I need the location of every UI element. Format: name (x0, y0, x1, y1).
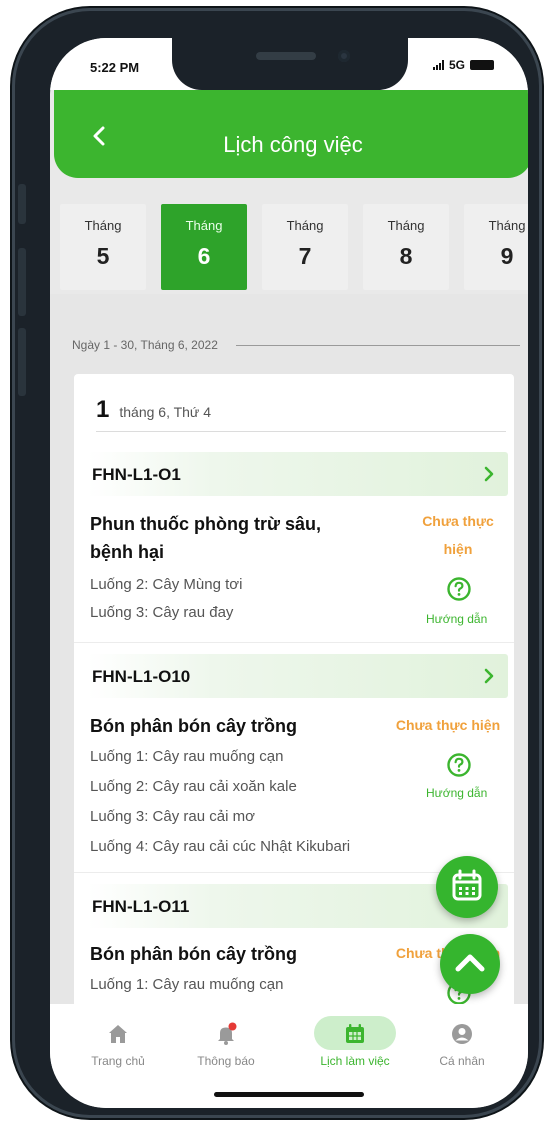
plot-code: FHN-L1-O11 (92, 897, 190, 916)
home-indicator (214, 1092, 364, 1097)
home-icon (109, 1025, 127, 1043)
help-label[interactable]: Hướng dẫn (426, 612, 487, 626)
help-icon[interactable] (446, 752, 472, 778)
battery-icon (470, 60, 494, 70)
tab-label: Cá nhân (439, 1054, 485, 1068)
help-label[interactable]: Hướng dẫn (426, 786, 487, 800)
month-number: 5 (96, 243, 110, 269)
lane-item: Luống 3: Cây rau đay (90, 604, 234, 621)
month-number: 8 (399, 243, 413, 269)
tab-home[interactable]: Trang chủ (68, 1014, 168, 1074)
month-tab-9[interactable]: Tháng 9 (464, 204, 528, 290)
month-tab-8[interactable]: Tháng 8 (363, 204, 449, 290)
plot-row-fhn-l1-o10[interactable]: FHN-L1-O10 (88, 654, 508, 698)
volume-up-button (18, 248, 26, 316)
task-title-line: Bón phân bón cây trồng (90, 716, 297, 736)
calendar-icon (346, 1024, 364, 1043)
calendar-icon (452, 869, 482, 901)
chevron-up-icon (455, 954, 485, 972)
month-number: 6 (197, 243, 211, 269)
user-icon (452, 1024, 472, 1044)
month-number: 9 (500, 243, 514, 269)
task-title-line: bệnh hại (90, 542, 165, 562)
scroll-top-button[interactable] (440, 934, 500, 994)
tab-profile[interactable]: Cá nhân (412, 1014, 512, 1074)
task-title-line: Phun thuốc phòng trừ sâu, (90, 514, 322, 534)
lane-item: Luống 2: Cây Mùng tơi (90, 576, 243, 593)
lane-item: Luống 1: Cây rau muống cạn (90, 748, 284, 765)
network-label: 5G (448, 58, 465, 72)
notch (172, 38, 408, 90)
chevron-right-icon (484, 668, 494, 684)
month-label: Tháng (185, 218, 223, 233)
chevron-right-icon (484, 466, 494, 482)
task-status: hiện (443, 541, 473, 557)
status-time: 5:22 PM (90, 60, 140, 75)
lane-item: Luống 1: Cây rau muống cạn (90, 976, 284, 993)
month-label: Tháng (387, 218, 425, 233)
speaker-grille (256, 52, 316, 60)
calendar-fab-button[interactable] (436, 856, 498, 918)
mute-switch (18, 184, 26, 224)
signal-icon (432, 60, 444, 70)
tab-work-schedule[interactable]: Lịch làm việc (305, 1014, 405, 1074)
date-range-row: Ngày 1 - 30, Tháng 6, 2022 (72, 338, 520, 352)
divider (74, 642, 514, 643)
volume-down-button (18, 328, 26, 396)
month-number: 7 (298, 243, 312, 269)
day-label: tháng 6, Thứ 4 (119, 404, 211, 420)
month-tab-7[interactable]: Tháng 7 (262, 204, 348, 290)
phone-frame: 5:22 PM 5G Lịch công việc Tháng 5 Tháng … (12, 8, 542, 1118)
tab-label: Trang chủ (91, 1054, 145, 1068)
month-tab-6[interactable]: Tháng 6 (161, 204, 247, 290)
plot-row-fhn-l1-o1[interactable]: FHN-L1-O1 (88, 452, 508, 496)
task-title-line: Bón phân bón cây trồng (90, 944, 297, 964)
task-status: Chưa thực (422, 513, 494, 529)
network-status: 5G (432, 58, 494, 72)
lane-item: Luống 4: Cây rau cải cúc Nhật Kikubari (90, 838, 351, 855)
month-label: Tháng (84, 218, 122, 233)
tab-label: Lịch làm việc (320, 1054, 390, 1068)
help-icon[interactable] (446, 576, 472, 602)
lane-item: Luống 3: Cây rau cải mơ (90, 808, 255, 825)
month-label: Tháng (488, 218, 526, 233)
divider (235, 344, 520, 346)
month-label: Tháng (286, 218, 324, 233)
plot-code: FHN-L1-O1 (92, 465, 181, 484)
plot-code: FHN-L1-O10 (92, 667, 191, 686)
date-range-label: Ngày 1 - 30, Tháng 6, 2022 (72, 338, 218, 352)
bell-icon (218, 1022, 237, 1045)
tab-label: Thông báo (197, 1054, 255, 1068)
page-title: Lịch công việc (223, 132, 363, 157)
app-header: Lịch công việc (54, 90, 528, 178)
day-header: 1 tháng 6, Thứ 4 (96, 396, 506, 432)
task-status: Chưa thực hiện (395, 717, 501, 733)
month-tab-5[interactable]: Tháng 5 (60, 204, 146, 290)
tab-notifications[interactable]: Thông báo (176, 1014, 276, 1074)
lane-item: Luống 2: Cây rau cải xoăn kale (90, 778, 297, 795)
day-number: 1 (96, 396, 110, 423)
month-selector: Tháng 5 Tháng 6 Tháng 7 Tháng 8 Tháng 9 (50, 204, 528, 290)
front-camera (338, 50, 350, 62)
